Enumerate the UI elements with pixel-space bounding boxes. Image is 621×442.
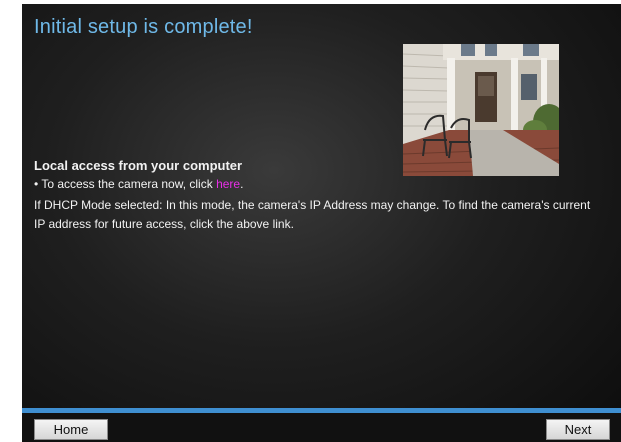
next-button[interactable]: Next [546, 419, 610, 440]
footer-bar: Home Next [22, 413, 621, 442]
dhcp-note: If DHCP Mode selected: In this mode, the… [34, 198, 591, 231]
setup-complete-panel: Initial setup is complete! Local access … [22, 4, 621, 442]
house-porch-photo [403, 44, 559, 176]
home-button[interactable]: Home [34, 419, 108, 440]
page-title: Initial setup is complete! [34, 16, 253, 38]
access-instruction: • To access the camera now, click here. [34, 177, 604, 192]
local-access-heading: Local access from your computer [34, 158, 243, 173]
access-instruction-end: . [240, 177, 244, 191]
access-instruction-text: • To access the camera now, click [34, 177, 217, 191]
local-access-section: Local access from your computer • To acc… [34, 158, 604, 234]
here-link[interactable]: here [216, 177, 240, 191]
setup-window: Initial setup is complete! Local access … [0, 0, 621, 442]
